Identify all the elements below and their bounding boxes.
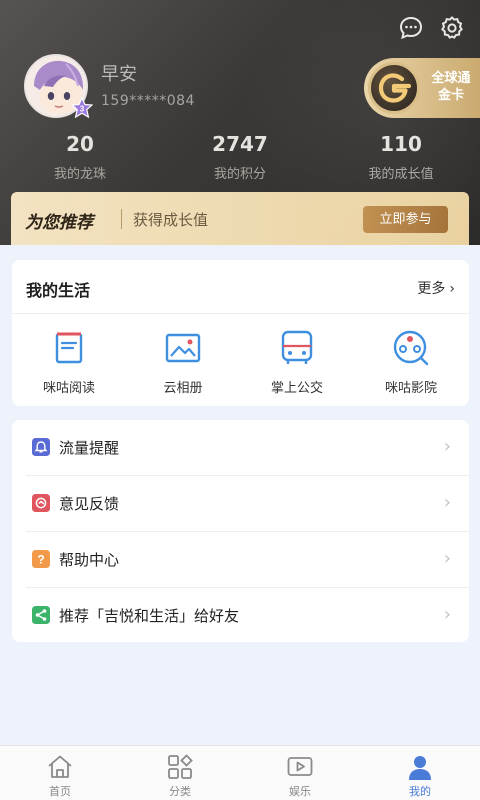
bell-icon: [32, 438, 50, 456]
divider: [12, 313, 469, 314]
bus-icon: [277, 328, 317, 368]
tab-mine[interactable]: 我的: [360, 753, 480, 799]
stat-points[interactable]: 2747 我的积分: [170, 130, 310, 182]
stats-row: 20 我的龙珠 2747 我的积分 110 我的成长值: [0, 130, 480, 185]
chevron-right-icon: ›: [443, 604, 451, 625]
gold-g-logo-icon: [368, 62, 420, 114]
promo-banner[interactable]: 为您推荐 获得成长值 立即参与: [11, 192, 469, 245]
home-icon: [46, 753, 74, 781]
section-title: 我的生活: [26, 281, 91, 300]
tab-entertainment[interactable]: 娱乐: [240, 753, 360, 799]
gold-card-label: 全球通 金卡: [431, 71, 471, 103]
menu-item-traffic-reminder[interactable]: 流量提醒 ›: [12, 420, 469, 475]
chevron-right-icon: ›: [443, 492, 451, 513]
photo-icon: [163, 328, 203, 368]
more-chat-icon[interactable]: [398, 15, 424, 41]
menu-item-feedback[interactable]: 意见反馈 ›: [12, 476, 469, 531]
gear-icon[interactable]: [439, 15, 465, 41]
join-now-button[interactable]: 立即参与: [363, 206, 448, 233]
svg-text:?: ?: [37, 553, 44, 567]
feedback-icon: [32, 494, 50, 512]
settings-menu-card: 流量提醒 › 意见反馈 › ? 帮助中心 › 推荐「吉悦和生活」给好友 ›: [12, 420, 469, 642]
chevron-right-icon: ›: [443, 548, 451, 569]
app-migu-cinema[interactable]: 咪咕影院: [354, 328, 468, 396]
app-migu-reading[interactable]: 咪咕阅读: [12, 328, 126, 396]
film-reel-icon: [391, 328, 431, 368]
person-icon: [406, 753, 434, 781]
app-bus[interactable]: 掌上公交: [240, 328, 354, 396]
stat-growth[interactable]: 110 我的成长值: [331, 130, 471, 182]
chevron-right-icon: ›: [443, 436, 451, 457]
level-badge: 3: [70, 96, 94, 119]
greeting-text: 早安: [101, 64, 137, 85]
gold-card-badge[interactable]: 全球通 金卡: [364, 58, 480, 118]
chevron-right-icon: ›: [449, 281, 455, 297]
menu-item-help-center[interactable]: ? 帮助中心 ›: [12, 532, 469, 587]
app-cloud-album[interactable]: 云相册: [126, 328, 240, 396]
svg-text:3: 3: [80, 105, 85, 114]
promo-subtitle: 获得成长值: [133, 211, 209, 229]
stat-dragon-ball[interactable]: 20 我的龙珠: [10, 130, 150, 182]
profile-header: 3 早安 159*****084 全球通 金卡 20 我的龙珠 2747 我的积…: [0, 0, 480, 245]
more-link[interactable]: 更多 ›: [417, 278, 455, 298]
promo-divider: [121, 209, 122, 229]
tab-category[interactable]: 分类: [120, 753, 240, 799]
my-life-card: 我的生活 更多 › 咪咕阅读 云相册 掌上公交 咪咕影院: [12, 260, 469, 406]
share-icon: [32, 606, 50, 624]
play-icon: [286, 753, 314, 781]
tab-home[interactable]: 首页: [0, 753, 120, 799]
menu-item-share-app[interactable]: 推荐「吉悦和生活」给好友 ›: [12, 588, 469, 643]
phone-number: 159*****084: [101, 93, 195, 109]
promo-title: 为您推荐: [25, 213, 93, 233]
bottom-tab-bar: 首页 分类 娱乐 我的: [0, 745, 480, 800]
book-icon: [49, 328, 89, 368]
category-icon: [166, 753, 194, 781]
help-icon: ?: [32, 550, 50, 568]
